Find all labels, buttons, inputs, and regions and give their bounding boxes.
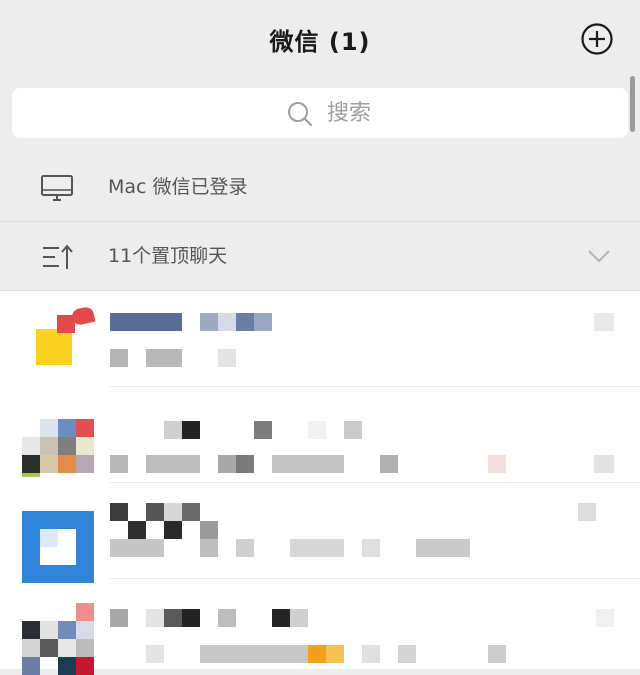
sort-up-icon <box>43 244 73 269</box>
chat-list <box>0 291 640 675</box>
avatar <box>22 595 94 675</box>
mac-login-label: Mac 微信已登录 <box>108 176 248 198</box>
plus-circle-icon[interactable] <box>580 22 614 56</box>
pinned-chats-label: 11个置顶聊天 <box>108 245 228 267</box>
chevron-down-icon[interactable] <box>586 246 612 266</box>
chat-row-1[interactable] <box>0 291 640 387</box>
scrollbar[interactable] <box>630 76 635 132</box>
page-title: 微信 (1) <box>269 28 371 56</box>
header: 微信 (1) <box>0 0 640 80</box>
chat-row-2[interactable] <box>0 387 640 483</box>
search-input[interactable]: 搜索 <box>12 88 628 138</box>
search-icon <box>288 102 313 127</box>
avatar <box>22 403 94 477</box>
chat-row-4[interactable] <box>0 579 640 675</box>
chat-row-3[interactable] <box>0 483 640 583</box>
avatar <box>22 305 96 379</box>
mac-login-banner[interactable]: Mac 微信已登录 <box>0 153 640 222</box>
avatar <box>22 499 94 583</box>
pinned-chats-bar[interactable]: 11个置顶聊天 <box>0 222 640 291</box>
search-placeholder: 搜索 <box>327 101 372 126</box>
desktop-icon <box>41 175 73 201</box>
